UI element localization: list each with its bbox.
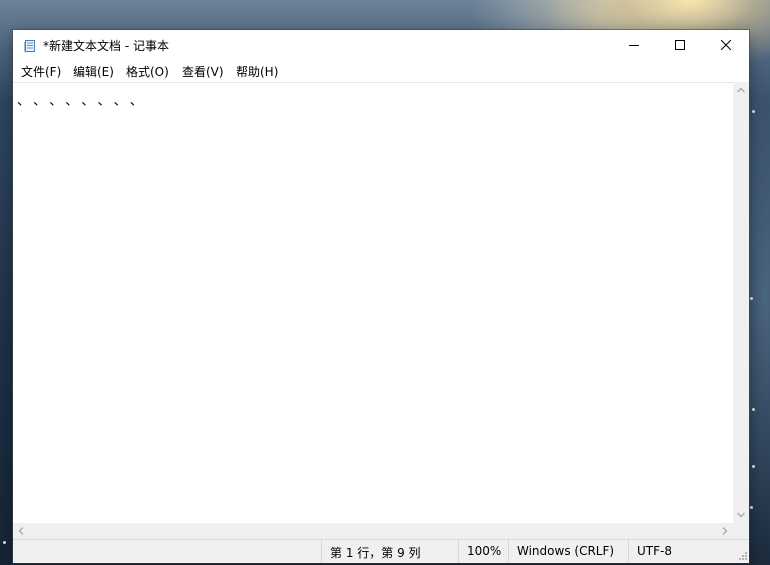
notepad-window: *新建文本文档 - 记事本 文件(F) 编辑(E) 格式(O) 查看(V) 帮助… [13, 30, 749, 563]
wallpaper-star [752, 465, 755, 468]
status-zoom: 100% [458, 540, 508, 563]
resize-grip-icon[interactable] [737, 550, 747, 560]
wallpaper-star [3, 541, 6, 544]
vertical-scrollbar[interactable] [733, 82, 749, 523]
zoom-text: 100% [467, 544, 502, 558]
wallpaper-star [752, 408, 755, 411]
close-icon [721, 40, 731, 50]
status-encoding: UTF-8 [628, 540, 749, 563]
chevron-left-icon [18, 527, 24, 535]
chevron-up-icon [737, 87, 745, 93]
horizontal-scrollbar[interactable] [13, 523, 733, 539]
chevron-right-icon [722, 527, 728, 535]
menu-edit[interactable]: 编辑(E) [72, 63, 115, 80]
maximize-icon [675, 40, 685, 50]
chevron-down-icon [737, 512, 745, 518]
close-button[interactable] [703, 30, 749, 60]
window-title: *新建文本文档 - 记事本 [43, 39, 169, 53]
scroll-left-button[interactable] [13, 523, 29, 539]
minimize-icon [629, 45, 639, 46]
line-ending-text: Windows (CRLF) [517, 544, 615, 558]
notepad-icon [23, 38, 37, 53]
scroll-right-button[interactable] [717, 523, 733, 539]
editor-text: 、、、、、、、、 [17, 94, 153, 109]
status-bar: 第 1 行，第 9 列 100% Windows (CRLF) UTF-8 [13, 539, 749, 563]
menu-bar: 文件(F) 编辑(E) 格式(O) 查看(V) 帮助(H) [13, 60, 749, 82]
scrollbar-corner [733, 523, 749, 539]
menu-view[interactable]: 查看(V) [181, 63, 225, 80]
scroll-up-button[interactable] [733, 82, 749, 98]
minimize-button[interactable] [611, 30, 657, 60]
status-cursor-position: 第 1 行，第 9 列 [321, 540, 458, 563]
wallpaper-star [750, 506, 753, 509]
menu-help[interactable]: 帮助(H) [235, 63, 279, 80]
title-bar[interactable]: *新建文本文档 - 记事本 [13, 30, 749, 60]
wallpaper-star [752, 110, 755, 113]
menu-file[interactable]: 文件(F) [20, 63, 62, 80]
scroll-down-button[interactable] [733, 507, 749, 523]
maximize-button[interactable] [657, 30, 703, 60]
menu-format[interactable]: 格式(O) [125, 63, 170, 80]
encoding-text: UTF-8 [637, 544, 672, 558]
cursor-position-text: 第 1 行，第 9 列 [330, 546, 421, 560]
wallpaper-star [750, 297, 753, 300]
text-editor[interactable]: 、、、、、、、、 [13, 82, 733, 524]
status-line-ending: Windows (CRLF) [508, 540, 628, 563]
